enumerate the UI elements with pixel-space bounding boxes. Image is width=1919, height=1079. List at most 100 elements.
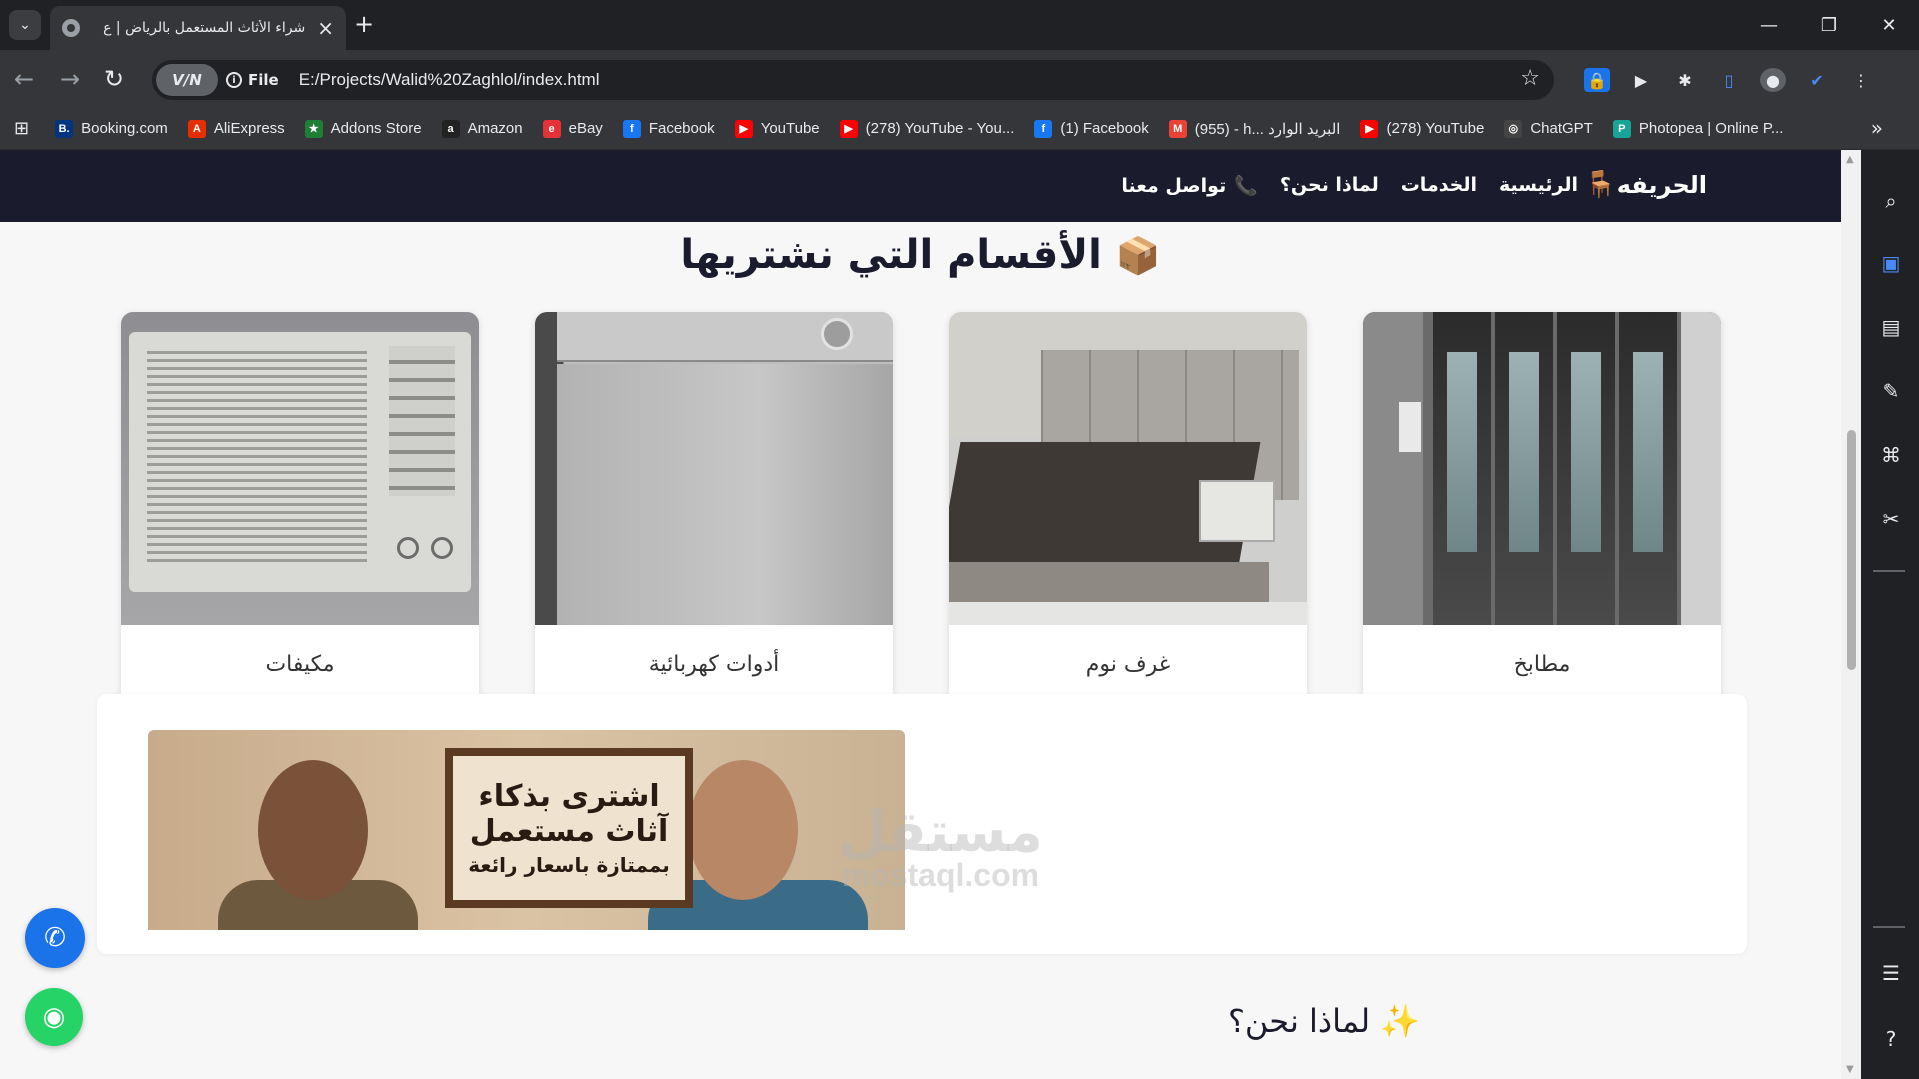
nav-link-services[interactable]: الخدمات bbox=[1401, 174, 1477, 197]
promo-sign-line2: آثاث مستعمل bbox=[469, 814, 669, 849]
bookmark-star-icon[interactable]: ☆ bbox=[1520, 66, 1540, 91]
info-icon: i bbox=[226, 72, 242, 88]
tab-search-button[interactable]: ⌄ bbox=[9, 10, 41, 40]
gamepad-icon[interactable]: ⌘ bbox=[1878, 442, 1904, 468]
bookmark-item[interactable]: f (1) Facebook bbox=[1034, 119, 1149, 138]
site-info-chip[interactable]: i File bbox=[226, 71, 279, 89]
password-manager-icon[interactable]: 🔒 bbox=[1584, 68, 1610, 92]
profile-icon[interactable]: ● bbox=[1760, 68, 1786, 92]
globe-icon bbox=[62, 19, 80, 37]
why-us-heading: ✨ لماذا نحن؟ bbox=[1200, 1002, 1420, 1040]
bookmark-item[interactable]: B. Booking.com bbox=[55, 119, 168, 138]
tab-title: شراء الأثاث المستعمل بالرياض | ع bbox=[103, 20, 306, 36]
nav-link-contact-label: تواصل معنا bbox=[1121, 174, 1227, 197]
bookmark-favicon-icon: B. bbox=[55, 119, 74, 138]
url-text[interactable]: E:/Projects/Walid%20Zaghlol/index.html bbox=[299, 70, 600, 90]
bookmark-list: B. Booking.com A AliExpress ★ Addons Store a Am… bbox=[55, 119, 1803, 138]
bookmark-item[interactable]: M (955) - h... البريد الوارد bbox=[1168, 119, 1341, 138]
categories-heading: 📦 الأقسام التي نشتريها bbox=[0, 232, 1841, 278]
close-window-icon[interactable]: ✕ bbox=[1859, 0, 1919, 50]
new-tab-button[interactable]: + bbox=[354, 12, 374, 36]
category-card-appliances[interactable]: أدوات كهربائية bbox=[535, 312, 893, 704]
minimize-icon[interactable]: — bbox=[1739, 0, 1799, 50]
restore-icon[interactable]: ❐ bbox=[1799, 0, 1859, 50]
bookmark-favicon-icon: ★ bbox=[304, 119, 323, 138]
why-us-heading-text: لماذا نحن؟ bbox=[1227, 1002, 1371, 1040]
back-icon[interactable]: ← bbox=[14, 64, 34, 94]
side-panel-icon[interactable]: ▯ bbox=[1716, 68, 1742, 92]
chat-icon[interactable]: ▣ bbox=[1878, 250, 1904, 276]
forward-icon[interactable]: → bbox=[60, 64, 80, 94]
category-card-kitchens[interactable]: مطابخ bbox=[1363, 312, 1721, 704]
phone-icon: 📞 bbox=[1234, 175, 1258, 197]
nav-link-why-us[interactable]: لماذا نحن؟ bbox=[1280, 174, 1379, 197]
category-cards: مطابخ غرف نوم أدوات كهربائية مكيفات bbox=[121, 312, 1721, 704]
apps-grid-icon[interactable]: ⊞ bbox=[14, 118, 29, 139]
bookmark-item[interactable]: ◎ ChatGPT bbox=[1504, 119, 1593, 138]
tab-strip: ⌄ شراء الأثاث المستعمل بالرياض | ع × + —… bbox=[0, 0, 1919, 50]
search-icon[interactable]: ⌕ bbox=[1878, 188, 1904, 214]
scroll-thumb[interactable] bbox=[1847, 430, 1856, 670]
category-card-bedrooms[interactable]: غرف نوم bbox=[949, 312, 1307, 704]
bookmark-label: Facebook bbox=[648, 120, 715, 137]
side-panel-divider bbox=[1873, 570, 1905, 572]
address-bar[interactable]: V/N i File E:/Projects/Walid%20Zaghlol/i… bbox=[152, 60, 1554, 100]
whatsapp-icon: ◉ bbox=[42, 1002, 66, 1032]
scroll-down-arrow-icon[interactable]: ▼ bbox=[1846, 1064, 1854, 1075]
bookmark-label: (955) - h... البريد الوارد bbox=[1194, 120, 1341, 138]
shield-icon[interactable]: ✔ bbox=[1804, 68, 1830, 92]
person-right bbox=[688, 760, 798, 900]
bookmark-item[interactable]: ▶ YouTube bbox=[734, 119, 820, 138]
categories-heading-text: الأقسام التي نشتريها bbox=[680, 232, 1102, 278]
tools-icon[interactable]: ✂ bbox=[1878, 506, 1904, 532]
watermark-arabic: مستقل bbox=[838, 800, 1043, 865]
bookmark-item[interactable]: A AliExpress bbox=[187, 119, 285, 138]
bookmark-item[interactable]: ▶ (278) YouTube bbox=[1360, 119, 1485, 138]
file-label: File bbox=[248, 71, 279, 89]
category-card-air-conditioners[interactable]: مكيفات bbox=[121, 312, 479, 704]
call-floating-button[interactable]: ✆ bbox=[25, 908, 85, 968]
notes-icon[interactable]: ✎ bbox=[1878, 378, 1904, 404]
bookmark-item[interactable]: a Amazon bbox=[441, 119, 523, 138]
category-label: غرف نوم bbox=[1085, 652, 1171, 677]
bookmark-item[interactable]: ▶ (278) YouTube - You... bbox=[839, 119, 1015, 138]
bookmark-favicon-icon: ◎ bbox=[1504, 119, 1523, 138]
bookmark-favicon-icon: ▶ bbox=[1360, 119, 1379, 138]
page-scrollbar[interactable]: ▲ ▼ bbox=[1841, 150, 1861, 1079]
active-tab[interactable]: شراء الأثاث المستعمل بالرياض | ع × bbox=[50, 6, 346, 50]
category-label: مطابخ bbox=[1513, 652, 1571, 677]
bookmark-item[interactable]: P Photopea | Online P... bbox=[1612, 119, 1783, 138]
person-left bbox=[258, 760, 368, 900]
reading-list-icon[interactable]: ▤ bbox=[1878, 314, 1904, 340]
bookmark-item[interactable]: f Facebook bbox=[622, 119, 715, 138]
mostaql-watermark: مستقل mostaql.com bbox=[838, 800, 1043, 894]
more-bookmarks-icon[interactable]: » bbox=[1871, 116, 1883, 140]
help-icon[interactable]: ? bbox=[1878, 1026, 1904, 1052]
bookmarks-bar: ⊞ B. Booking.com A AliExpress ★ Addons Store a… bbox=[0, 108, 1919, 150]
whatsapp-floating-button[interactable]: ◉ bbox=[25, 988, 83, 1046]
bookmark-label: (278) YouTube - You... bbox=[865, 120, 1015, 137]
close-icon[interactable]: × bbox=[317, 16, 334, 40]
nav-link-home[interactable]: الرئيسية bbox=[1499, 174, 1578, 197]
phone-icon: ✆ bbox=[44, 923, 66, 953]
bookmark-label: (278) YouTube bbox=[1386, 120, 1485, 137]
vpn-button[interactable]: V/N bbox=[156, 64, 218, 96]
bookmark-item[interactable]: ★ Addons Store bbox=[304, 119, 422, 138]
reload-icon[interactable]: ↻ bbox=[104, 64, 124, 94]
extensions-puzzle-icon[interactable]: ✱ bbox=[1672, 68, 1698, 92]
chair-icon: 🪑 bbox=[1584, 170, 1617, 200]
bookmark-item[interactable]: e eBay bbox=[542, 119, 603, 138]
scroll-up-arrow-icon[interactable]: ▲ bbox=[1846, 154, 1854, 165]
bedroom-image bbox=[949, 312, 1307, 625]
menu-dots-icon[interactable]: ⋮ bbox=[1848, 68, 1874, 92]
bookmark-label: eBay bbox=[568, 120, 603, 137]
nav-link-contact[interactable]: 📞 تواصل معنا bbox=[1121, 174, 1258, 198]
dishwasher-image bbox=[535, 312, 893, 625]
site-brand[interactable]: 🪑 الحريفه bbox=[1572, 170, 1707, 200]
extension-icons: 🔒 ▶ ✱ ▯ ● ✔ ⋮ bbox=[1584, 68, 1874, 92]
kitchen-image bbox=[1363, 312, 1721, 625]
settings-sliders-icon[interactable]: ☰ bbox=[1878, 960, 1904, 986]
bookmark-label: AliExpress bbox=[213, 120, 285, 137]
watermark-latin: mostaql.com bbox=[841, 857, 1040, 893]
video-icon[interactable]: ▶ bbox=[1628, 68, 1654, 92]
